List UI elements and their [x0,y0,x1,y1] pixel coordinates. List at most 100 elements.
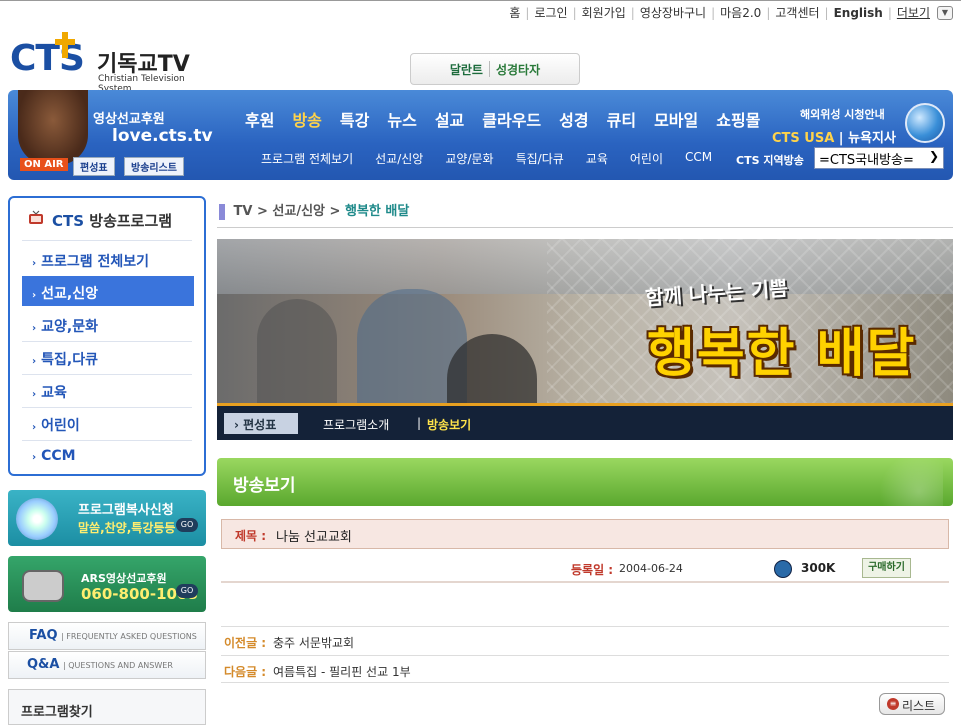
sidebar-item-documentary[interactable]: › 특집,다큐 [22,342,194,372]
sidebar-item-culture[interactable]: › 교양,문화 [22,309,194,339]
menu-item-bible[interactable]: 성경 [550,107,597,131]
buy-button[interactable]: 구매하기 [862,558,911,578]
submenu-item-all[interactable]: 프로그램 전체보기 [250,150,364,167]
program-tab-bar: › 편성표 프로그램소개 | 방송보기 [217,403,953,440]
menu-item-news[interactable]: 뉴스 [378,107,425,131]
chevron-down-icon: ❯ [928,149,939,163]
sidebar-item-mission[interactable]: › 선교,신앙 [22,276,194,306]
title-label: 제목 : [235,529,267,543]
submenu-item-mission[interactable]: 선교/신앙 [364,150,434,167]
breadcrumb-tv[interactable]: TV [234,204,253,219]
region-select-value: =CTS국내방송= [819,153,914,168]
chevron-right-icon: › [32,356,37,367]
home-link[interactable]: 홈 [504,4,525,21]
submenu-item-culture[interactable]: 교양/문화 [434,150,504,167]
top-links: 홈 | 로그인 | 회원가입 | 영상장바구니 | 마음2.0 | 고객센터 | Engli… [504,4,953,21]
menu-item-qt[interactable]: 큐티 [598,107,645,131]
main-navigation: 영상선교후원 love.cts.tv ON AIR 편성표 방송리스트 후원 방… [8,90,953,180]
chevron-down-icon[interactable]: ▼ [937,5,953,20]
section-header: 방송보기 [217,458,953,506]
video-cart-link[interactable]: 영상장바구니 [635,4,711,21]
region-label: CTS 지역방송 [736,154,804,167]
bible-typing-link[interactable]: 성경타자 [496,61,540,78]
join-link[interactable]: 회원가입 [577,4,631,21]
on-air-badge[interactable]: ON AIR [20,158,68,171]
sidebar-item-all[interactable]: › 프로그램 전체보기 [22,244,194,274]
chevron-right-icon: › [32,422,37,433]
main-menu: 후원 방송 특강 뉴스 설교 클라우드 성경 큐티 모바일 쇼핑몰 [236,107,769,131]
more-link[interactable]: 더보기 [892,4,935,21]
sidebar-item-education[interactable]: › 교육 [22,375,194,405]
submenu-item-documentary[interactable]: 특집/다큐 [505,150,575,167]
maum-link[interactable]: 마음2.0 [715,4,766,21]
sidebar-item-kids[interactable]: › 어린이 [22,408,194,438]
list-icon: ≡ [887,698,899,710]
chevron-right-icon: › [32,389,37,400]
new-york-link[interactable]: 뉴욕지사 [848,131,896,146]
divider [217,227,953,228]
broadcast-list-button[interactable]: 방송리스트 [124,157,184,176]
ars-donation-banner[interactable]: ARS영상선교후원 060-800-1008 GO [8,556,206,612]
region-select[interactable]: =CTS국내방송= ❯ [814,147,944,169]
menu-item-lecture[interactable]: 특강 [331,107,378,131]
promo-line2[interactable]: love.cts.tv [112,126,213,146]
quick-badges: 달란트 성경타자 [410,53,580,85]
next-label: 다음글 : [224,665,267,679]
talent-link[interactable]: 달란트 [450,61,483,78]
find-program-box[interactable]: 프로그램찾기 [8,689,206,725]
cts-usa-link[interactable]: CTS USA [772,131,834,146]
submenu-item-ccm[interactable]: CCM [674,150,723,167]
login-link[interactable]: 로그인 [529,4,572,21]
menu-item-broadcast[interactable]: 방송 [283,107,330,131]
submenu-item-education[interactable]: 교육 [575,150,619,167]
praying-person-image [18,90,88,165]
prev-label: 이전글 : [224,636,267,650]
schedule-button[interactable]: 편성표 [73,157,115,176]
next-post-row[interactable]: 다음글 : 여름특집 - 필리핀 선교 1부 [221,655,949,683]
find-program-title: 프로그램찾기 [21,705,93,720]
program-category-menu: CTS 방송프로그램 › 프로그램 전체보기 › 선교,신앙 › 교양,문화 › 특집,… [8,196,206,476]
go-button[interactable]: GO [176,518,198,532]
chevron-right-icon: › [32,452,37,463]
episode-meta-row: 등록일 : 2004-06-24 300K 구매하기 [221,553,949,583]
video-icon[interactable] [774,560,792,578]
overseas-guide-link[interactable]: 해외위성 시청안내 [800,106,885,122]
overseas-branches: CTS USA | 뉴욕지사 [772,131,896,146]
menu-item-donate[interactable]: 후원 [236,107,283,131]
menu-item-cloud[interactable]: 클라우드 [473,107,550,131]
go-button[interactable]: GO [176,584,198,598]
schedule-tab[interactable]: › 편성표 [224,413,298,434]
sidebar-title: CTS 방송프로그램 [52,212,173,230]
faq-link[interactable]: FAQ | FREQUENTLY ASKED QUESTIONS [8,622,206,650]
date-value: 2004-06-24 [619,562,683,575]
top-utility-bar: 홈 | 로그인 | 회원가입 | 영상장바구니 | 마음2.0 | 고객센터 | Engli… [0,0,961,23]
chevron-right-icon: › [32,258,37,269]
menu-item-sermon[interactable]: 설교 [426,107,473,131]
cd-icon [16,498,58,540]
cts-logo[interactable]: CTS 기독교TV Christian Television System [10,32,210,94]
telephone-icon [22,570,64,602]
english-link[interactable]: English [829,6,888,20]
breadcrumb-mission[interactable]: 선교/신앙 [272,204,325,219]
banner-person [257,299,337,403]
promo-line1[interactable]: 영상선교후원 [93,108,165,127]
next-value[interactable]: 여름특집 - 필리핀 선교 1부 [273,663,411,680]
breadcrumb-current: 행복한 배달 [344,204,410,219]
qna-link[interactable]: Q&A | QUESTIONS AND ANSWER [8,651,206,679]
prev-post-row[interactable]: 이전글 : 충주 서문밖교회 [221,626,949,654]
sub-menu: 프로그램 전체보기 선교/신앙 교양/문화 특집/다큐 교육 어린이 CCM [250,150,723,167]
video-size: 300K [801,561,836,575]
customer-center-link[interactable]: 고객센터 [770,4,824,21]
tv-icon [28,210,44,226]
globe-icon[interactable] [905,103,945,143]
program-intro-tab[interactable]: 프로그램소개 [323,416,389,433]
list-button[interactable]: ≡ 리스트 [879,693,945,715]
menu-item-shop[interactable]: 쇼핑몰 [707,107,769,131]
program-copy-request-banner[interactable]: 프로그램복사신청 말씀,찬양,특강등등 GO [8,490,206,546]
menu-item-mobile[interactable]: 모바일 [645,107,707,131]
broadcast-view-tab[interactable]: 방송보기 [427,416,471,433]
prev-value[interactable]: 충주 서문밖교회 [273,634,354,651]
submenu-item-kids[interactable]: 어린이 [619,150,674,167]
title-value: 나눔 선교교회 [276,530,352,545]
sidebar-item-ccm[interactable]: › CCM [22,441,194,471]
